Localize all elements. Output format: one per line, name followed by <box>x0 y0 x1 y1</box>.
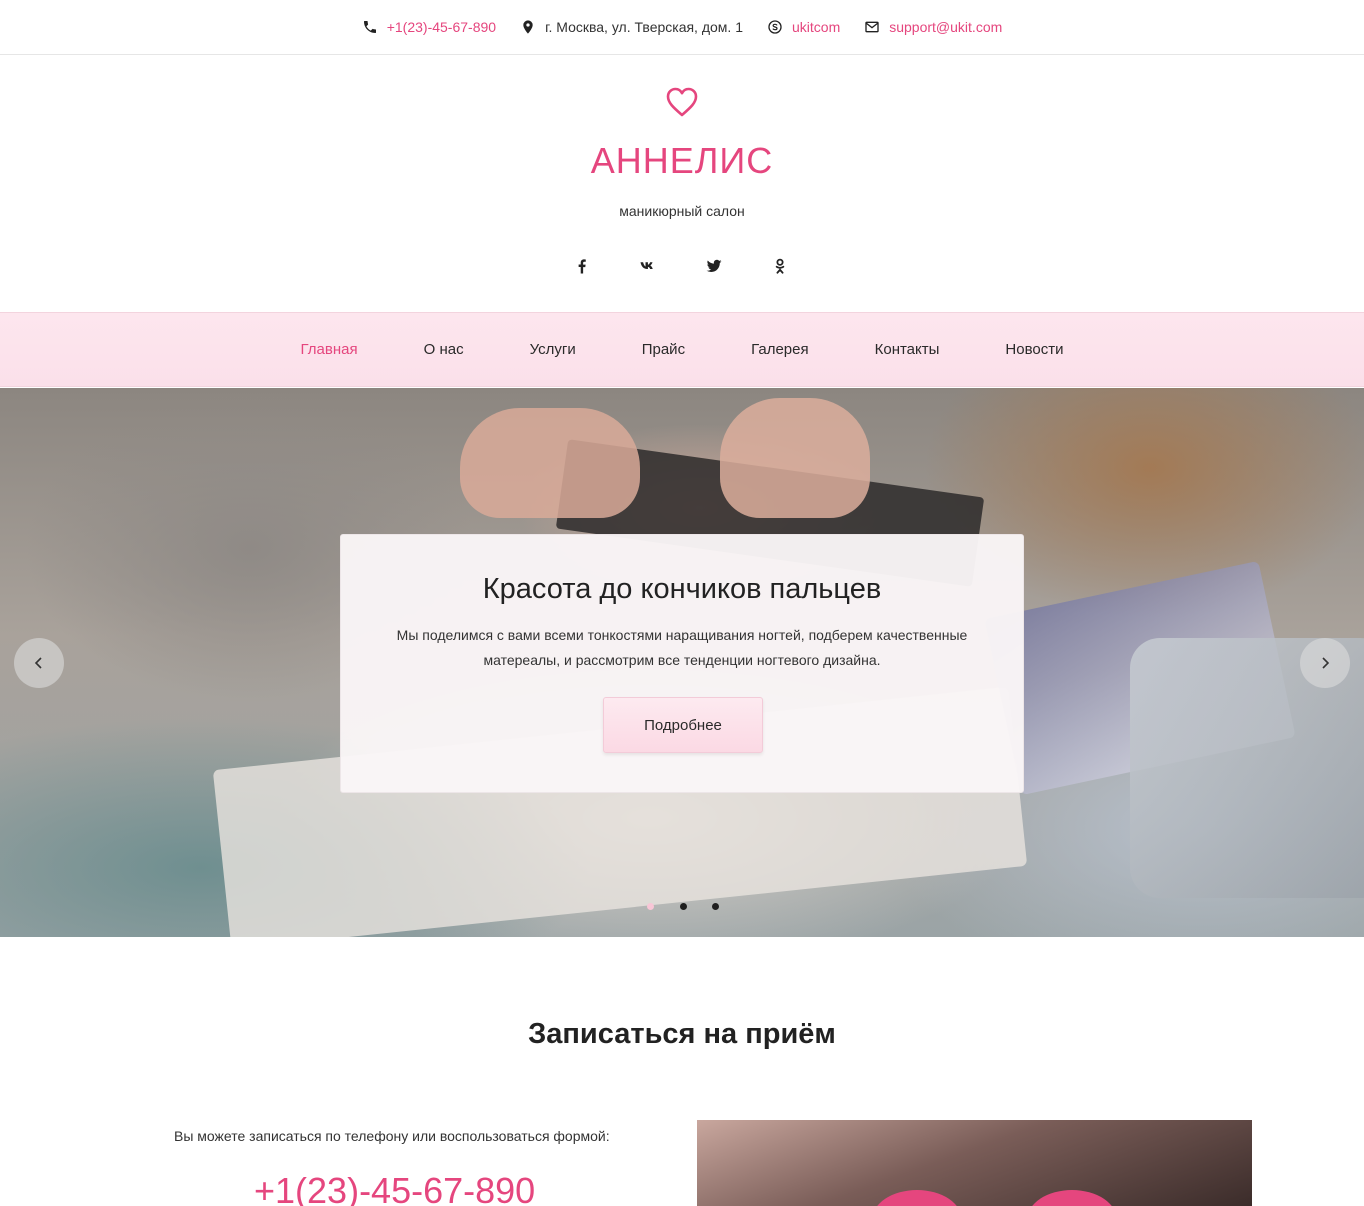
twitter-icon[interactable] <box>702 254 726 278</box>
hero-title: Красота до кончиков пальцев <box>482 573 882 605</box>
phone-contact[interactable]: +1(23)-45-67-890 <box>362 19 496 35</box>
hero-text: Мы поделимся с вами всеми тонкостями нар… <box>396 627 968 668</box>
appointment-phone[interactable]: +1(23)-45-67-890 <box>254 1170 535 1206</box>
slider-prev-button[interactable] <box>14 638 64 688</box>
address-contact: г. Москва, ул. Тверская, дом. 1 <box>520 19 743 35</box>
nav-item-contacts[interactable]: Контакты <box>875 341 940 358</box>
appointment-text: Вы можете записаться по телефону или вос… <box>174 1128 610 1144</box>
email-contact[interactable]: support@ukit.com <box>864 19 1002 35</box>
vk-icon[interactable] <box>636 254 660 278</box>
skype-icon <box>768 20 782 34</box>
image-nail-detail <box>1027 1190 1117 1206</box>
hero-slider: Красота до кончиков пальцев Мы поделимся… <box>0 388 1364 937</box>
odnoklassniki-icon[interactable] <box>768 254 792 278</box>
nav-item-services[interactable]: Услуги <box>530 341 576 358</box>
skype-contact[interactable]: ukitcom <box>767 19 840 35</box>
chevron-left-icon <box>34 657 42 669</box>
facebook-icon[interactable] <box>570 254 594 278</box>
social-links <box>570 254 792 278</box>
brand-tagline: маникюрный салон <box>619 203 745 219</box>
hero-card: Красота до кончиков пальцев Мы поделимся… <box>340 534 1024 793</box>
hero-background-hand <box>720 398 870 518</box>
slider-next-button[interactable] <box>1300 638 1350 688</box>
slider-pagination <box>647 903 719 911</box>
nav-item-news[interactable]: Новости <box>1005 341 1063 358</box>
more-button[interactable]: Подробнее <box>603 697 763 753</box>
image-nail-detail <box>872 1190 962 1206</box>
main-navigation: Главная О нас Услуги Прайс Галерея Конта… <box>0 312 1364 387</box>
top-contact-bar: +1(23)-45-67-890 г. Москва, ул. Тверская… <box>0 0 1364 55</box>
slider-dot[interactable] <box>647 903 654 910</box>
envelope-icon <box>865 21 879 33</box>
address-text: г. Москва, ул. Тверская, дом. 1 <box>545 19 743 35</box>
phone-icon <box>363 21 376 33</box>
phone-link[interactable]: +1(23)-45-67-890 <box>387 19 496 35</box>
hero-background-hand <box>460 408 640 518</box>
slider-dot[interactable] <box>712 903 719 910</box>
nav-item-home[interactable]: Главная <box>301 341 358 358</box>
brand-name[interactable]: АННЕЛИС <box>0 140 1364 182</box>
appointment-title: Записаться на приём <box>528 1018 836 1050</box>
chevron-right-icon <box>1322 657 1330 669</box>
nav-item-about[interactable]: О нас <box>424 341 464 358</box>
skype-link[interactable]: ukitcom <box>792 19 840 35</box>
nav-item-prices[interactable]: Прайс <box>642 341 685 358</box>
heart-logo-icon[interactable] <box>665 86 699 118</box>
email-link[interactable]: support@ukit.com <box>889 19 1002 35</box>
map-pin-icon <box>523 20 533 34</box>
appointment-image <box>697 1120 1252 1206</box>
nav-item-gallery[interactable]: Галерея <box>751 341 809 358</box>
slider-dot[interactable] <box>679 903 687 910</box>
